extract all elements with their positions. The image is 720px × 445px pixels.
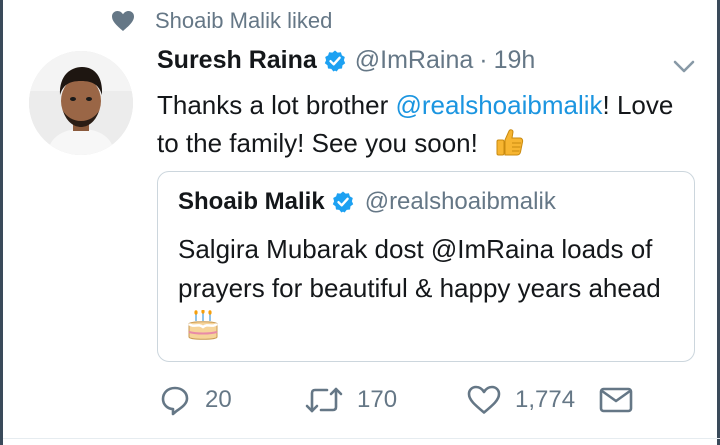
quoted-author-handle: @realshoaibmalik [364, 188, 556, 215]
tweet-text: Thanks a lot brother @realshoaibmalik! L… [157, 86, 677, 162]
tweet-card: Shoaib Malik liked Suresh Raina @ImRaina… [0, 0, 720, 445]
tweet-timestamp[interactable]: 19h [494, 46, 536, 75]
like-heart-icon [467, 385, 501, 414]
social-context-text: Shoaib Malik liked [155, 8, 333, 33]
like-count: 1,774 [515, 386, 576, 413]
retweet-button[interactable]: 170 [305, 385, 467, 415]
birthday-cake-icon [188, 310, 218, 340]
social-context: Shoaib Malik liked [111, 8, 332, 34]
verified-badge-icon [324, 50, 345, 71]
heart-icon [112, 11, 134, 31]
quoted-author-name: Shoaib Malik [178, 188, 325, 215]
avatar-image [29, 51, 133, 155]
envelope-icon [599, 387, 633, 413]
tweet-text-before: Thanks a lot brother [157, 90, 396, 120]
quoted-tweet-body: Salgira Mubarak dost @ImRaina loads of p… [178, 234, 661, 303]
retweet-icon [305, 387, 343, 413]
tweet-actions: 20 170 1,774 [159, 384, 633, 416]
reply-icon [161, 386, 189, 416]
divider [3, 438, 720, 439]
quoted-tweet-header: Shoaib Malik @realshoaibmalik [178, 188, 556, 216]
avatar[interactable] [29, 51, 133, 155]
separator-dot: · [479, 46, 488, 74]
direct-message-button[interactable] [599, 386, 633, 414]
mention-link[interactable]: @realshoaibmalik [395, 90, 602, 120]
reply-button[interactable]: 20 [159, 384, 277, 416]
author-handle[interactable]: @ImRaina [355, 46, 473, 75]
chevron-down-icon[interactable] [673, 60, 695, 74]
quoted-tweet[interactable]: Shoaib Malik @realshoaibmalik Salgira Mu… [157, 171, 695, 362]
quoted-tweet-text: Salgira Mubarak dost @ImRaina loads of p… [178, 230, 688, 347]
thumbs-up-icon [496, 129, 524, 156]
reply-count: 20 [205, 386, 232, 413]
retweet-count: 170 [357, 386, 398, 413]
like-button[interactable]: 1,774 [467, 385, 607, 415]
verified-badge-icon [332, 191, 353, 213]
author-name[interactable]: Suresh Raina [157, 46, 317, 75]
tweet-header: Suresh Raina @ImRaina · 19h [157, 46, 535, 75]
